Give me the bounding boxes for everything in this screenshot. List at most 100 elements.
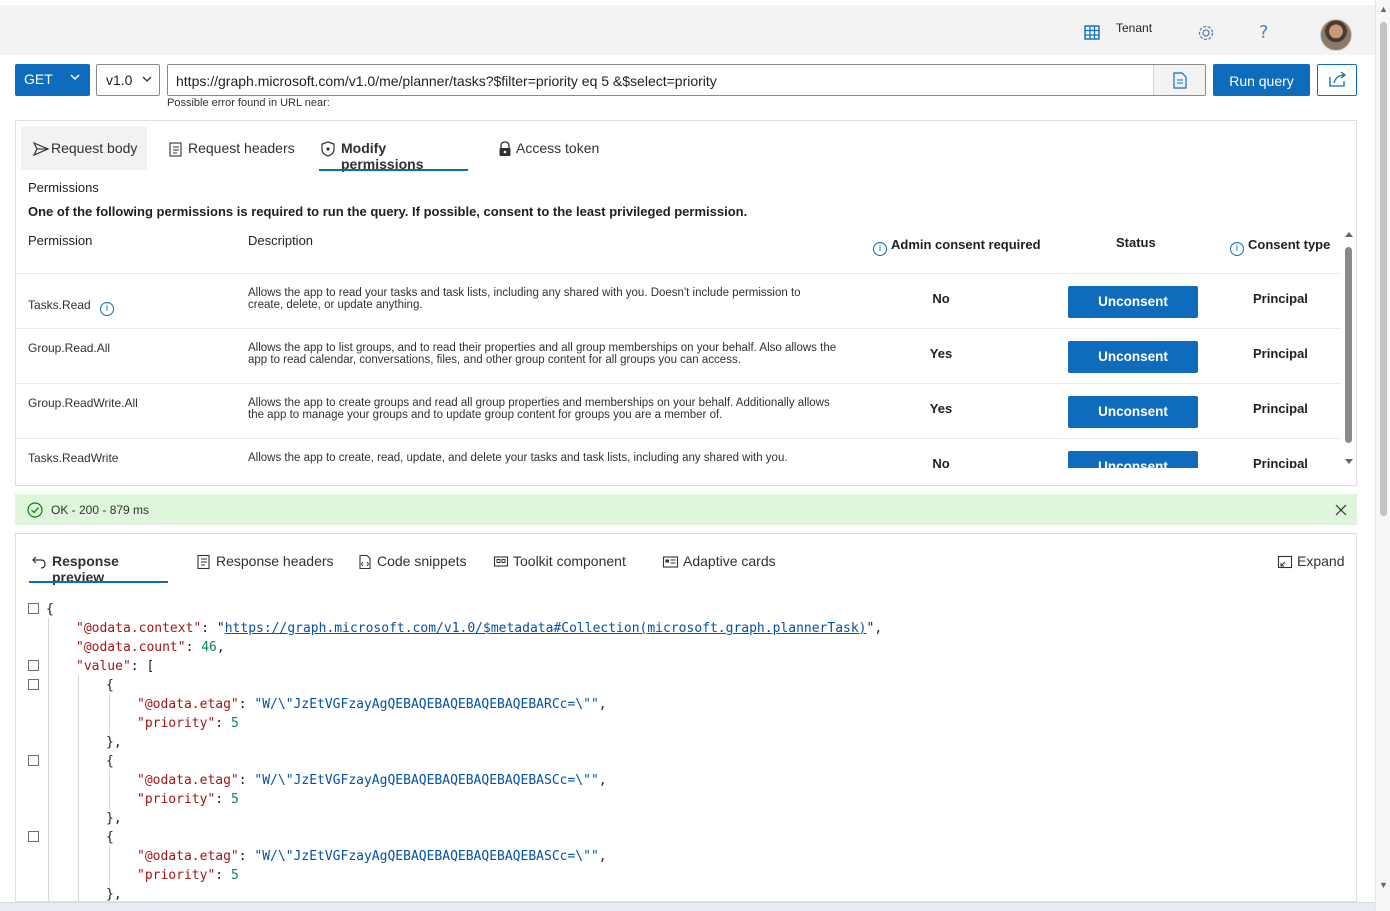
expand-button[interactable]: Expand — [1277, 553, 1344, 569]
success-check-icon — [27, 502, 43, 518]
help-icon[interactable]: ? — [1259, 22, 1269, 43]
json-key: "value" — [76, 659, 131, 674]
tab-access-token[interactable]: Access token — [496, 126, 599, 170]
url-text: https://graph.microsoft.com/v1.0/me/plan… — [176, 73, 717, 89]
info-icon[interactable]: i — [100, 302, 115, 316]
http-method-label: GET — [24, 71, 53, 87]
headers-icon — [197, 554, 210, 570]
permission-description: Allows the app to create groups and read… — [248, 397, 830, 421]
bottom-scrollbar[interactable] — [0, 902, 1375, 911]
scroll-down-icon[interactable]: ▼ — [1379, 880, 1388, 890]
http-method-dropdown[interactable]: GET — [15, 64, 90, 96]
json-number: 5 — [230, 792, 239, 807]
json-number: 5 — [230, 716, 239, 731]
json-key: "priority" — [137, 868, 216, 883]
unconsent-button[interactable]: Unconsent — [1068, 396, 1198, 428]
scroll-down-icon[interactable] — [1343, 457, 1355, 467]
gear-icon[interactable] — [1197, 24, 1217, 44]
tab-request-body[interactable]: Request body — [21, 126, 147, 170]
code-line: "@odata.etag": "W/\"JzEtVGFzayAgQEBAQEBA… — [137, 697, 607, 712]
permissions-scrollbar[interactable] — [1343, 229, 1355, 475]
unconsent-button[interactable]: Unconsent — [1068, 341, 1198, 373]
scrollbar-thumb[interactable] — [1380, 22, 1387, 516]
toolkit-icon — [493, 556, 509, 567]
tab-label: Request body — [51, 140, 138, 156]
scroll-up-icon[interactable] — [1343, 229, 1355, 239]
fold-toggle[interactable] — [28, 660, 39, 671]
permission-name: Tasks.ReadWrite — [28, 451, 119, 465]
consent-type-value: Principal — [1253, 291, 1308, 306]
json-key: "priority" — [137, 792, 216, 807]
admin-consent-value: No — [932, 291, 950, 306]
scroll-up-icon[interactable]: ▲ — [1379, 4, 1388, 14]
version-dropdown[interactable]: v1.0 — [96, 64, 160, 96]
code-line: "priority": 5 — [137, 716, 239, 731]
code-line: "@odata.etag": "W/\"JzEtVGFzayAgQEBAQEBA… — [137, 849, 607, 864]
close-icon[interactable] — [1334, 503, 1348, 517]
lock-shield-icon — [321, 141, 335, 157]
permission-row: Tasks.Read i Allows the app to read your… — [16, 273, 1342, 328]
fold-toggle[interactable] — [28, 679, 39, 690]
fold-toggle[interactable] — [28, 755, 39, 766]
json-key: "@odata.count" — [76, 640, 186, 655]
document-icon — [1173, 72, 1187, 89]
code-line: }, — [106, 887, 122, 902]
tab-code-snippets[interactable]: Code snippets — [357, 553, 467, 570]
json-key: "@odata.etag" — [137, 849, 239, 864]
permission-description: Allows the app to create, read, update, … — [248, 452, 788, 464]
permission-name-text: Tasks.Read — [28, 298, 91, 312]
fold-toggle[interactable] — [28, 831, 39, 842]
status-text: OK - 200 - 879 ms — [51, 503, 150, 517]
unconsent-button[interactable]: Unconsent — [1068, 286, 1198, 318]
tab-label: Response headers — [216, 553, 334, 569]
tab-modify-permissions[interactable]: Modify permissions — [319, 126, 468, 172]
permission-name: Group.Read.All — [28, 341, 111, 355]
admin-consent-value: Yes — [929, 401, 953, 416]
info-icon[interactable]: i — [873, 242, 887, 256]
chevron-down-icon — [70, 74, 80, 81]
url-input[interactable]: https://graph.microsoft.com/v1.0/me/plan… — [167, 64, 1206, 96]
column-header-permission: Permission — [28, 233, 93, 248]
code-line: { — [106, 754, 114, 769]
tab-label: Access token — [516, 140, 600, 156]
code-line: { — [106, 830, 114, 845]
indent-guide — [78, 675, 79, 901]
json-key: "@odata.etag" — [137, 773, 239, 788]
json-number: 46 — [201, 640, 217, 655]
tab-response-headers[interactable]: Response headers — [196, 553, 334, 570]
scrollbar-thumb[interactable] — [1345, 247, 1352, 443]
top-header-bar: Tenant ? — [0, 5, 1375, 55]
share-button[interactable] — [1317, 64, 1357, 96]
headers-icon — [169, 142, 182, 157]
code-line: "@odata.etag": "W/\"JzEtVGFzayAgQEBAQEBA… — [137, 773, 607, 788]
tenant-label[interactable]: Tenant — [1116, 21, 1152, 35]
fold-toggle[interactable] — [28, 603, 39, 614]
code-line: "@odata.count": 46, — [76, 640, 225, 655]
unconsent-button[interactable]: Unconsent — [1068, 451, 1198, 468]
tab-toolkit-component[interactable]: Toolkit component — [493, 553, 626, 569]
page-scrollbar[interactable]: ▲ ▼ — [1375, 0, 1390, 911]
json-string: "W/\"JzEtVGFzayAgQEBAQEBAQEBAQEBAQEBARCc… — [254, 697, 599, 712]
permission-row: Group.ReadWrite.All Allows the app to cr… — [16, 383, 1342, 438]
tab-response-preview[interactable]: Response preview — [29, 553, 168, 585]
tab-adaptive-cards[interactable]: Adaptive cards — [662, 553, 776, 569]
tab-request-headers[interactable]: Request headers — [167, 126, 295, 170]
request-panel: Request body Request headers Modify perm… — [15, 120, 1357, 486]
share-icon — [1329, 71, 1347, 87]
consent-type-value: Principal — [1253, 401, 1308, 416]
odata-context-link[interactable]: https://graph.microsoft.com/v1.0/$metada… — [225, 621, 867, 636]
tenant-icon[interactable] — [1083, 23, 1103, 43]
permission-name: Group.ReadWrite.All — [28, 396, 138, 410]
avatar[interactable] — [1320, 19, 1352, 51]
json-key: "priority" — [137, 716, 216, 731]
column-header-admin-consent: i Admin consent required — [873, 237, 1041, 256]
code-line: "@odata.context": "https://graph.microso… — [76, 621, 883, 636]
lock-icon — [499, 141, 511, 156]
info-icon[interactable]: i — [1230, 242, 1244, 256]
run-query-button[interactable]: Run query — [1213, 64, 1310, 96]
tab-label: Adaptive cards — [683, 553, 776, 569]
permissions-heading: Permissions — [28, 180, 99, 195]
document-icon-button[interactable] — [1153, 65, 1205, 95]
tab-label: Request headers — [188, 140, 295, 156]
json-string: "W/\"JzEtVGFzayAgQEBAQEBAQEBAQEBAQEBASCc… — [254, 773, 599, 788]
